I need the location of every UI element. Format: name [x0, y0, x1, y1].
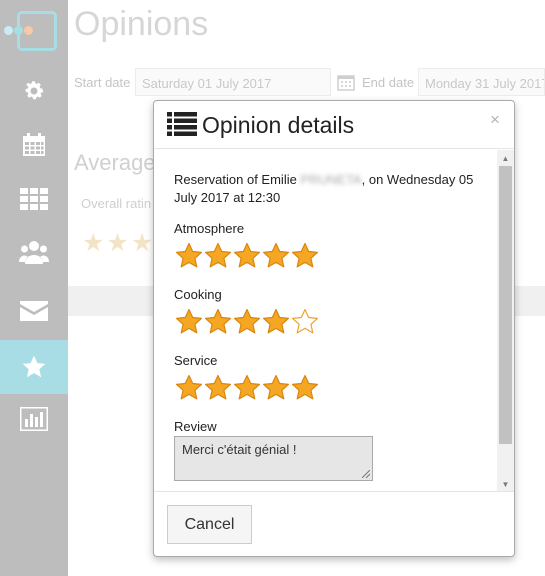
star-filled-icon[interactable] — [233, 308, 261, 336]
star-filled-icon[interactable] — [262, 242, 290, 270]
sidebar-item-customers[interactable] — [0, 226, 68, 280]
envelope-icon — [20, 301, 48, 321]
date-filter-row: Start date Saturday 01 July 2017 End dat… — [68, 68, 545, 96]
rating-stars-service[interactable] — [175, 374, 319, 402]
sidebar-item-calendar[interactable] — [0, 118, 68, 172]
star-icon — [22, 355, 46, 378]
average-heading: Average — [74, 150, 156, 175]
start-date-input[interactable]: Saturday 01 July 2017 — [135, 68, 331, 96]
star-filled-icon[interactable] — [204, 374, 232, 402]
rating-label-atmosphere: Atmosphere — [174, 221, 245, 236]
overall-rating-stars: ★★★ — [82, 229, 156, 257]
rating-label-service: Service — [174, 353, 218, 368]
star-filled-icon[interactable] — [175, 242, 203, 270]
star-filled-icon[interactable] — [262, 308, 290, 336]
opinion-details-dialog: Opinion details × Reservation of Emilie … — [153, 100, 515, 557]
dialog-footer: Cancel — [154, 491, 514, 556]
dialog-title: Opinion details — [202, 112, 355, 138]
sidebar-item-settings[interactable] — [0, 64, 68, 118]
grid-icon — [20, 188, 48, 210]
scroll-up-arrow-icon[interactable]: ▲ — [497, 150, 514, 166]
reservation-info: Reservation of Emilie PRUNETA, on Wednes… — [174, 171, 484, 207]
dialog-body: Reservation of Emilie PRUNETA, on Wednes… — [154, 149, 514, 491]
scrollbar-thumb[interactable] — [499, 166, 512, 444]
star-filled-icon[interactable] — [291, 242, 319, 270]
page-title: Opinions — [74, 5, 209, 43]
rating-label-cooking: Cooking — [174, 287, 222, 302]
rating-stars-atmosphere[interactable] — [175, 242, 319, 270]
dialog-scrollbar[interactable]: ▲ ▼ — [497, 150, 514, 492]
end-date-label: End date — [362, 75, 415, 90]
gear-icon — [25, 81, 44, 100]
resize-grip-icon[interactable] — [362, 470, 370, 478]
list-icon — [167, 112, 197, 136]
reservation-prefix: Reservation of Emilie — [174, 172, 297, 187]
review-text: Merci c'était génial ! — [182, 442, 297, 457]
star-filled-icon[interactable] — [204, 308, 232, 336]
users-icon — [19, 241, 49, 264]
overall-rating-label: Overall ratin — [81, 196, 152, 211]
end-date-input[interactable]: Monday 31 July 2017 — [418, 68, 545, 96]
star-filled-icon[interactable] — [233, 242, 261, 270]
sidebar-item-messages[interactable] — [0, 284, 68, 338]
dialog-header: Opinion details × — [154, 101, 514, 149]
review-label: Review — [174, 419, 217, 434]
sidebar — [0, 0, 68, 576]
star-filled-icon[interactable] — [175, 374, 203, 402]
calendar-icon[interactable] — [337, 73, 355, 91]
sidebar-item-tables[interactable] — [0, 172, 68, 226]
calendar-icon — [23, 133, 45, 156]
star-filled-icon[interactable] — [204, 242, 232, 270]
star-filled-icon[interactable] — [233, 374, 261, 402]
star-filled-icon[interactable] — [291, 374, 319, 402]
star-empty-icon[interactable] — [291, 308, 319, 336]
star-filled-icon[interactable] — [262, 374, 290, 402]
sidebar-item-opinions[interactable] — [0, 340, 68, 394]
app-logo[interactable] — [0, 0, 68, 62]
sidebar-item-statistics[interactable] — [0, 392, 68, 446]
rating-stars-cooking[interactable] — [175, 308, 319, 336]
start-date-label: Start date — [74, 75, 131, 90]
customer-name-blurred: PRUNETA — [300, 172, 362, 187]
cancel-button[interactable]: Cancel — [167, 505, 252, 544]
close-button[interactable]: × — [490, 110, 500, 130]
bar-chart-icon — [20, 407, 48, 431]
scroll-down-arrow-icon[interactable]: ▼ — [497, 476, 514, 492]
review-textarea[interactable]: Merci c'était génial ! — [174, 436, 373, 481]
star-filled-icon[interactable] — [175, 308, 203, 336]
